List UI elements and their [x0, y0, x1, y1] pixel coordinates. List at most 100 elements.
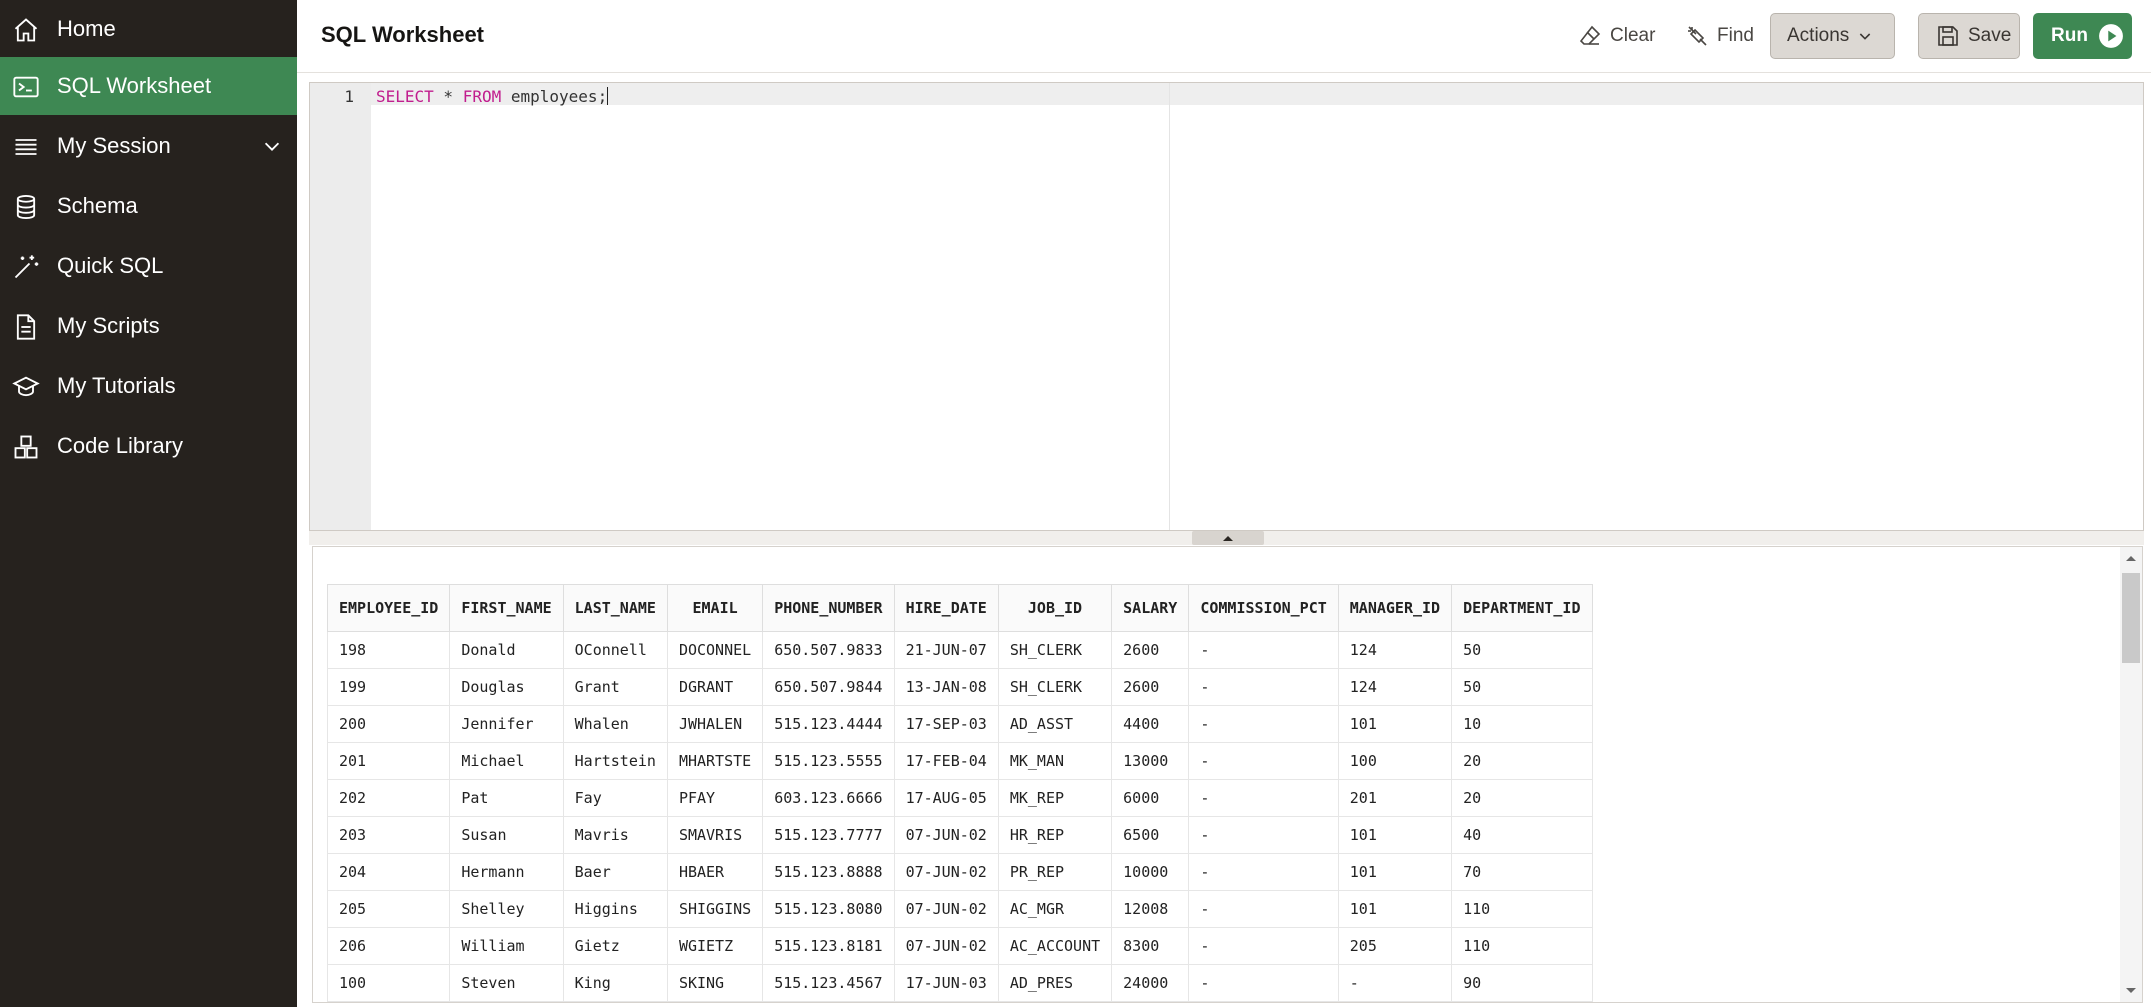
sidebar-item-code-library[interactable]: Code Library — [0, 417, 297, 475]
column-header[interactable]: FIRST_NAME — [449, 584, 564, 632]
table-cell: 515.123.7777 — [762, 816, 895, 854]
table-cell: 07-JUN-02 — [893, 853, 999, 891]
column-header[interactable]: COMMISSION_PCT — [1188, 584, 1339, 632]
run-label: Run — [2051, 25, 2088, 46]
table-cell: 515.123.5555 — [762, 742, 895, 780]
table-cell: 2600 — [1111, 668, 1190, 706]
sidebar-item-home[interactable]: Home — [0, 0, 297, 58]
table-cell: 202 — [326, 779, 451, 817]
find-icon — [1688, 26, 1707, 46]
table-row: 206 William Gietz WGIETZ 515.123.8181 07-JUN-… — [326, 927, 1593, 965]
table-cell: 50 — [1451, 668, 1593, 706]
table-cell: 205 — [1337, 927, 1453, 965]
find-button[interactable]: Find — [1677, 13, 1777, 59]
table-cell: 203 — [326, 816, 451, 854]
actions-label: Actions — [1787, 25, 1850, 46]
table-cell: 515.123.8080 — [762, 890, 895, 928]
column-header[interactable]: LAST_NAME — [562, 584, 668, 632]
column-header[interactable]: EMAIL — [666, 584, 764, 632]
table-cell: - — [1188, 779, 1339, 817]
sidebar-item-label: Code Library — [57, 433, 183, 458]
table-cell: 101 — [1337, 705, 1453, 743]
table-cell: Douglas — [449, 668, 564, 706]
column-header[interactable]: EMPLOYEE_ID — [326, 584, 451, 632]
table-cell: - — [1188, 816, 1339, 854]
table-row: 205 Shelley Higgins SHIGGINS 515.123.8080 07-… — [326, 890, 1593, 928]
column-header[interactable]: SALARY — [1111, 584, 1190, 632]
sidebar-item-label: My Scripts — [57, 313, 160, 338]
column-header[interactable]: JOB_ID — [997, 584, 1113, 632]
sidebar-item-quick-sql[interactable]: Quick SQL — [0, 237, 297, 295]
database-icon — [12, 193, 40, 221]
table-cell: - — [1337, 964, 1453, 1002]
table-cell: Whalen — [562, 705, 668, 743]
column-header[interactable]: MANAGER_ID — [1337, 584, 1453, 632]
sidebar-item-my-tutorials[interactable]: My Tutorials — [0, 357, 297, 415]
chevron-down-icon[interactable] — [261, 135, 283, 157]
code-line[interactable]: SELECT * FROM employees; — [376, 87, 609, 106]
table-cell: 90 — [1451, 964, 1593, 1002]
graduation-cap-icon — [12, 373, 40, 401]
results-table: EMPLOYEE_ID FIRST_NAME LAST_NAME EMAIL PHONE… — [326, 584, 1593, 1002]
table-cell: 515.123.4444 — [762, 705, 895, 743]
table-cell: 201 — [1337, 779, 1453, 817]
table-cell: 21-JUN-07 — [893, 631, 999, 669]
column-header[interactable]: HIRE_DATE — [893, 584, 999, 632]
sidebar-item-schema[interactable]: Schema — [0, 177, 297, 235]
chevron-up-icon — [1223, 536, 1233, 541]
table-cell: MK_MAN — [997, 742, 1113, 780]
scroll-up-icon[interactable] — [2125, 553, 2137, 563]
sql-text: employees; — [501, 87, 608, 106]
play-icon — [2099, 24, 2123, 48]
table-cell: AD_PRES — [997, 964, 1113, 1002]
sql-keyword: SELECT — [376, 87, 434, 106]
table-cell: 199 — [326, 668, 451, 706]
sidebar-item-my-scripts[interactable]: My Scripts — [0, 297, 297, 355]
table-cell: 100 — [326, 964, 451, 1002]
sql-editor[interactable]: 1 SELECT * FROM employees; — [309, 82, 2144, 531]
table-row: 200 Jennifer Whalen JWHALEN 515.123.4444 17-S… — [326, 705, 1593, 743]
actions-menu-button[interactable]: Actions — [1770, 13, 1895, 59]
scroll-down-icon[interactable] — [2125, 986, 2137, 996]
column-header[interactable]: DEPARTMENT_ID — [1451, 584, 1593, 632]
page-title: SQL Worksheet — [321, 22, 485, 47]
table-cell: 603.123.6666 — [762, 779, 895, 817]
table-cell: 8300 — [1111, 927, 1190, 965]
table-cell: 13000 — [1111, 742, 1190, 780]
sidebar-item-sql-worksheet[interactable]: SQL Worksheet — [0, 57, 297, 115]
table-cell: AC_ACCOUNT — [997, 927, 1113, 965]
sidebar-item-my-session[interactable]: My Session — [0, 117, 297, 175]
table-cell: Higgins — [562, 890, 668, 928]
clear-label: Clear — [1610, 25, 1656, 46]
table-row: 198 Donald OConnell DOCONNEL 650.507.9833 21-… — [326, 631, 1593, 669]
table-cell: Grant — [562, 668, 668, 706]
table-cell: 650.507.9833 — [762, 631, 895, 669]
text-cursor — [607, 87, 609, 105]
table-cell: - — [1188, 927, 1339, 965]
table-cell: MK_REP — [997, 779, 1113, 817]
list-icon — [12, 133, 40, 161]
table-cell: 204 — [326, 853, 451, 891]
blocks-icon — [12, 433, 40, 461]
save-button[interactable]: Save — [1918, 13, 2020, 59]
table-cell: HBAER — [666, 853, 764, 891]
table-cell: 07-JUN-02 — [893, 816, 999, 854]
save-icon — [1938, 26, 1958, 46]
table-cell: 17-JUN-03 — [893, 964, 999, 1002]
vertical-scrollbar[interactable] — [2120, 547, 2142, 1002]
column-header[interactable]: PHONE_NUMBER — [762, 584, 895, 632]
run-button[interactable]: Run — [2033, 13, 2132, 59]
table-cell: - — [1188, 890, 1339, 928]
splitter-handle[interactable] — [1192, 531, 1264, 545]
table-cell: 110 — [1451, 927, 1593, 965]
scrollbar-thumb[interactable] — [2122, 573, 2140, 663]
table-cell: WGIETZ — [666, 927, 764, 965]
table-cell: 13-JAN-08 — [893, 668, 999, 706]
table-cell: 650.507.9844 — [762, 668, 895, 706]
table-cell: Jennifer — [449, 705, 564, 743]
table-cell: - — [1188, 742, 1339, 780]
table-cell: 101 — [1337, 816, 1453, 854]
clear-button[interactable]: Clear — [1568, 13, 1688, 59]
table-header-row: EMPLOYEE_ID FIRST_NAME LAST_NAME EMAIL PHONE… — [326, 584, 1593, 632]
home-icon — [12, 16, 40, 44]
